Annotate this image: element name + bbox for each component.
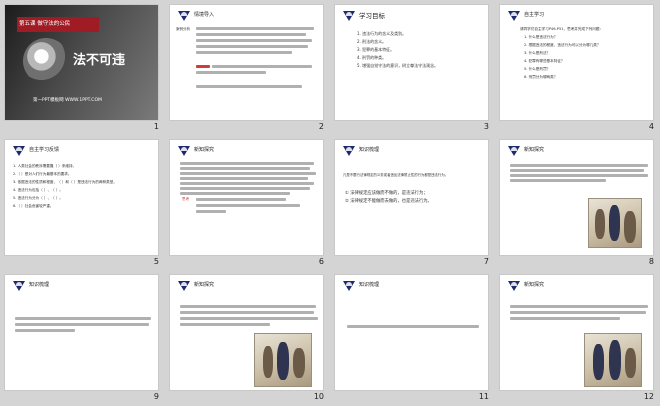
slide-thumbnail-9[interactable]: 知识梳理 (4, 274, 159, 391)
triangle-logo-icon (178, 146, 190, 156)
list-item: 3. 依据违法的性质和程度，（ ）和（ ）是违法行为的两种类型。 (13, 180, 117, 184)
slide-thumbnail-1[interactable]: 第五课 做守法的公民 法不可违 第一PPT模板网 WWW.1PPT.COM (4, 4, 159, 121)
list-item: 6. 刑罚分为哪两类？ (524, 75, 558, 79)
slide-cell-7[interactable]: 知识梳理 凡是不履行法律规定的义务或者违反法律禁止性的行为都是违法行为。 ① 法… (330, 135, 495, 270)
triangle-logo-icon (508, 146, 520, 156)
list-item: 3. 什么是刑法？ (524, 51, 551, 55)
slide-heading: 自主学习 (524, 12, 545, 18)
slide-thumbnail-5[interactable]: 自主学习反馈 1. 人类社会的秩序需要靠（ ）来维持。 2.（ ）是对人们行为最… (4, 139, 159, 256)
slide-heading: 知识梳理 (359, 147, 380, 153)
cover-decoration (23, 38, 69, 84)
slide-heading: 情境导入 (194, 12, 215, 18)
illustration-image (584, 333, 642, 387)
slide-cell-4[interactable]: 自主学习 请同学们自主学习P46-P51，思考并完成下列问题： 1. 什么是违法… (495, 0, 660, 135)
slide-number: 9 (153, 392, 159, 401)
slide-cell-1[interactable]: 第五课 做守法的公民 法不可违 第一PPT模板网 WWW.1PPT.COM 1 (0, 0, 165, 135)
slide-heading: 知识梳理 (29, 282, 50, 288)
slide-intro: 凡是不履行法律规定的义务或者违反法律禁止性的行为都是违法行为。 (343, 173, 449, 177)
list-item: 5. 违法行为分为（ ）、（ ）。 (13, 196, 63, 200)
triangle-logo-icon (343, 11, 355, 21)
slide-heading: 自主学习反馈 (29, 147, 60, 153)
slide-number: 1 (153, 122, 159, 131)
triangle-logo-icon (178, 281, 190, 291)
side-label: 案例分析 (176, 27, 190, 31)
slide-heading: 新知探究 (194, 147, 215, 153)
slide-cell-5[interactable]: 自主学习反馈 1. 人类社会的秩序需要靠（ ）来维持。 2.（ ）是对人们行为最… (0, 135, 165, 270)
list-item: 2. 刑法的含义。 (357, 39, 387, 44)
slide-cell-12[interactable]: 新知探究 12 (495, 270, 660, 405)
slide-heading: 新知探究 (524, 282, 545, 288)
list-item: 5. 什么是刑罚？ (524, 67, 551, 71)
list-item: 5. 增强自觉守法的意识，树立尊法守法观念。 (357, 63, 439, 68)
slide-cell-2[interactable]: 情境导入 案例分析 2 (165, 0, 330, 135)
slide-heading: 新知探究 (524, 147, 545, 153)
slide-cell-8[interactable]: 新知探究 8 (495, 135, 660, 270)
slide-cell-10[interactable]: 新知探究 10 (165, 270, 330, 405)
list-item: 2. 根据违法的程度，违法行为可以分为哪几类？ (524, 43, 601, 47)
slide-number: 8 (648, 257, 654, 266)
list-item: 1. 人类社会的秩序需要靠（ ）来维持。 (13, 164, 77, 168)
slide-number: 12 (643, 392, 654, 401)
slide-cell-3[interactable]: 学习目标 1. 违法行为的含义及类别。 2. 刑法的含义。 3. 犯罪的基本特征… (330, 0, 495, 135)
slide-heading: 知识梳理 (359, 282, 380, 288)
slide-intro: 请同学们自主学习P46-P51，思考并完成下列问题： (520, 27, 604, 31)
slide-thumbnail-7[interactable]: 知识梳理 凡是不履行法律规定的义务或者违反法律禁止性的行为都是违法行为。 ① 法… (334, 139, 489, 256)
list-item: 3. 犯罪的基本特征。 (357, 47, 395, 52)
slide-number: 2 (318, 122, 324, 131)
slide-heading: 新知探究 (194, 282, 215, 288)
cover-subtitle: 第五课 做守法的公民 (19, 21, 71, 27)
list-item: 1. 违法行为的含义及类别。 (357, 31, 407, 36)
cover-title: 法不可违 (73, 53, 126, 68)
slide-cell-9[interactable]: 知识梳理 9 (0, 270, 165, 405)
slide-cell-6[interactable]: 新知探究 思考 6 (165, 135, 330, 270)
slide-thumbnail-6[interactable]: 新知探究 思考 (169, 139, 324, 256)
triangle-logo-icon (343, 281, 355, 291)
triangle-logo-icon (13, 146, 25, 156)
slide-thumbnail-11[interactable]: 知识梳理 (334, 274, 489, 391)
slide-number: 3 (483, 122, 489, 131)
slide-number: 7 (483, 257, 489, 266)
list-item: 2.（ ）是对人们行为最基本的要求。 (13, 172, 72, 176)
triangle-logo-icon (508, 281, 520, 291)
list-item: 4. 违法行为包括（ ）、（ ）。 (13, 188, 63, 192)
list-item: 6.（ ）社会危害较严重。 (13, 204, 54, 208)
slide-sorter-grid: 第五课 做守法的公民 法不可违 第一PPT模板网 WWW.1PPT.COM 1 … (0, 0, 660, 406)
slide-cell-11[interactable]: 知识梳理 11 (330, 270, 495, 405)
slide-number: 5 (153, 257, 159, 266)
slide-thumbnail-3[interactable]: 学习目标 1. 违法行为的含义及类别。 2. 刑法的含义。 3. 犯罪的基本特征… (334, 4, 489, 121)
slide-thumbnail-4[interactable]: 自主学习 请同学们自主学习P46-P51，思考并完成下列问题： 1. 什么是违法… (499, 4, 654, 121)
list-item: ① 法律规定应该做而不做的，是违法行为； (345, 191, 428, 196)
slide-thumbnail-10[interactable]: 新知探究 (169, 274, 324, 391)
slide-thumbnail-8[interactable]: 新知探究 (499, 139, 654, 256)
list-item: 4. 犯罪有哪些基本特征？ (524, 59, 565, 63)
slide-number: 4 (648, 122, 654, 131)
illustration-image (588, 198, 642, 248)
slide-heading: 学习目标 (359, 12, 385, 20)
think-label: 思考 (182, 197, 190, 201)
slide-thumbnail-12[interactable]: 新知探究 (499, 274, 654, 391)
triangle-logo-icon (343, 146, 355, 156)
triangle-logo-icon (178, 11, 190, 21)
list-item: 4. 刑罚的种类。 (357, 55, 387, 60)
illustration-image (254, 333, 312, 387)
cover-footer: 第一PPT模板网 WWW.1PPT.COM (33, 98, 102, 103)
list-item: ② 法律规定不能做而去做的，也是违法行为。 (345, 199, 432, 204)
slide-number: 11 (478, 392, 489, 401)
list-item: 1. 什么是违法行为？ (524, 35, 558, 39)
slide-thumbnail-2[interactable]: 情境导入 案例分析 (169, 4, 324, 121)
slide-number: 6 (318, 257, 324, 266)
triangle-logo-icon (13, 281, 25, 291)
slide-number: 10 (313, 392, 324, 401)
triangle-logo-icon (508, 11, 520, 21)
